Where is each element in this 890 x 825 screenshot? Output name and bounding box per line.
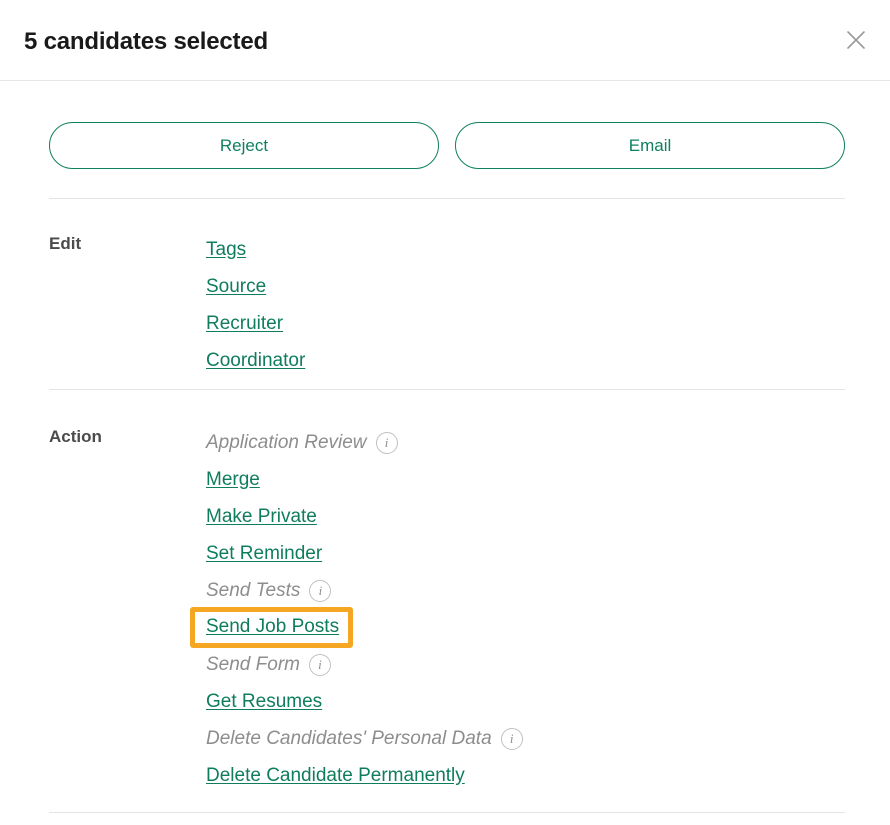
action-send-job-posts-link[interactable]: Send Job Posts	[206, 616, 339, 637]
section-action: Action Application Review i Merge Make P…	[49, 424, 849, 794]
close-icon	[845, 29, 867, 51]
section-label-edit: Edit	[49, 234, 81, 254]
action-delete-candidate-permanently-link[interactable]: Delete Candidate Permanently	[206, 765, 465, 787]
edit-tags-link[interactable]: Tags	[206, 239, 246, 261]
action-send-form-label: Send Form	[206, 654, 300, 676]
list-item: Send Tests i	[206, 572, 849, 609]
action-delete-personal-data-label: Delete Candidates' Personal Data	[206, 728, 492, 750]
highlight-box-send-job-posts: Send Job Posts	[190, 607, 353, 647]
divider-bottom	[49, 812, 845, 813]
list-item: Delete Candidate Permanently	[206, 757, 849, 794]
bulk-action-list: Application Review i Merge Make Private …	[206, 424, 849, 794]
list-item: Set Reminder	[206, 535, 849, 572]
info-icon[interactable]: i	[309, 654, 331, 676]
list-item: Recruiter	[206, 305, 849, 342]
info-icon[interactable]: i	[309, 580, 331, 602]
list-item: Make Private	[206, 498, 849, 535]
list-item: Send Form i	[206, 646, 849, 683]
primary-button-row: Reject Email	[49, 122, 845, 169]
list-item: Tags	[206, 231, 849, 268]
section-edit: Edit Tags Source Recruiter Coordinator	[49, 231, 849, 379]
panel-header: 5 candidates selected	[0, 0, 890, 81]
close-button[interactable]	[838, 22, 874, 58]
list-item: Delete Candidates' Personal Data i	[206, 720, 849, 757]
list-item: Send Job Posts	[206, 609, 849, 646]
page-title: 5 candidates selected	[24, 28, 268, 56]
edit-recruiter-link[interactable]: Recruiter	[206, 313, 283, 335]
action-get-resumes-link[interactable]: Get Resumes	[206, 691, 322, 713]
info-icon[interactable]: i	[376, 432, 398, 454]
edit-coordinator-link[interactable]: Coordinator	[206, 350, 305, 372]
edit-source-link[interactable]: Source	[206, 276, 266, 298]
action-application-review-label: Application Review	[206, 432, 367, 454]
action-make-private-link[interactable]: Make Private	[206, 506, 317, 528]
divider-above-edit	[49, 198, 845, 199]
action-set-reminder-link[interactable]: Set Reminder	[206, 543, 322, 565]
list-item: Coordinator	[206, 342, 849, 379]
section-label-action: Action	[49, 427, 102, 447]
list-item: Application Review i	[206, 424, 849, 461]
edit-action-list: Tags Source Recruiter Coordinator	[206, 231, 849, 379]
list-item: Source	[206, 268, 849, 305]
reject-button[interactable]: Reject	[49, 122, 439, 169]
email-button[interactable]: Email	[455, 122, 845, 169]
info-icon[interactable]: i	[501, 728, 523, 750]
list-item: Get Resumes	[206, 683, 849, 720]
list-item: Merge	[206, 461, 849, 498]
action-merge-link[interactable]: Merge	[206, 469, 260, 491]
action-send-tests-label: Send Tests	[206, 580, 300, 602]
divider-above-action	[49, 389, 845, 390]
